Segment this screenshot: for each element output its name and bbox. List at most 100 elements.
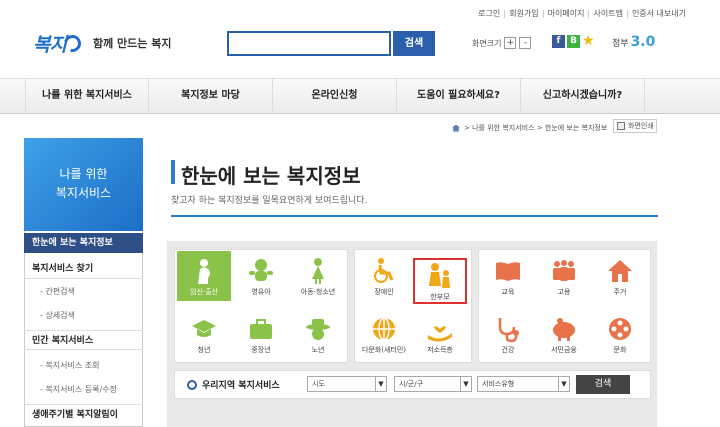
search-input[interactable] <box>227 31 391 56</box>
cert-export-link[interactable]: 인증서 내보내기 <box>628 8 690 19</box>
print-button[interactable]: 화면인쇄 <box>613 119 657 133</box>
font-increase-button[interactable]: + <box>504 37 517 49</box>
blog-icon[interactable]: B <box>567 35 580 48</box>
sidebar-heading-line1: 나를 위한 <box>59 167 108 181</box>
category-middle-aged[interactable]: 중장년 <box>234 309 288 359</box>
chevron-down-icon: ▼ <box>375 377 386 391</box>
gov-text: 정부 <box>612 38 629 49</box>
sidebar-subitem-simple-search[interactable]: 간편검색 <box>24 286 143 297</box>
house-icon <box>608 260 632 282</box>
select-value: 시/군/구 <box>399 380 424 388</box>
page-description: 찾고자 하는 복지정보를 일목요연하게 보여드립니다. <box>171 196 368 206</box>
category-label: 문화 <box>613 346 627 354</box>
piggy-bank-icon <box>553 318 575 341</box>
star-icon[interactable]: ★ <box>582 34 595 48</box>
utility-nav: 로그인 회원가입 마이페이지 사이트맵 인증서 내보내기 <box>474 8 690 19</box>
category-label: 노년 <box>311 346 325 354</box>
category-education[interactable]: 교육 <box>481 251 535 301</box>
font-size-label: 화면크기 <box>472 38 502 48</box>
gov3-logo[interactable]: 정부 3.0 <box>612 34 655 50</box>
print-icon <box>617 122 625 130</box>
font-size-control: 화면크기 + - <box>472 37 532 49</box>
graduation-cap-icon <box>192 320 216 337</box>
category-senior[interactable]: 노년 <box>291 309 345 359</box>
nav-welfare-info[interactable]: 복지정보 마당 <box>149 79 273 113</box>
nav-online-apply[interactable]: 온라인신청 <box>273 79 397 113</box>
sidebar-item-overview[interactable]: 한눈에 보는 복지정보 <box>24 233 143 253</box>
baby-icon <box>249 259 273 281</box>
category-label: 중장년 <box>251 346 271 354</box>
title-divider <box>171 215 658 217</box>
regional-search-label: 우리지역 복지서비스 <box>187 378 280 391</box>
globe-icon <box>373 317 395 341</box>
category-label: 서민금융 <box>551 346 577 354</box>
breadcrumb-sep: > <box>464 124 470 132</box>
search-icon <box>187 379 197 390</box>
site-logo[interactable]: 복지 함께 만드는 복지 <box>33 30 171 56</box>
category-child-youth[interactable]: 아동·청소년 <box>291 251 345 301</box>
category-label: 건강 <box>501 346 515 354</box>
gov-version: 3.0 <box>630 34 656 50</box>
mypage-link[interactable]: 마이페이지 <box>544 8 589 19</box>
select-value: 시도 <box>312 380 325 388</box>
helping-hand-icon <box>428 326 452 342</box>
category-culture[interactable]: 문화 <box>593 309 647 359</box>
city-select[interactable]: 시/군/구 ▼ <box>394 376 472 392</box>
sidebar-item-find-service[interactable]: 복지서비스 찾기 <box>24 259 143 279</box>
sidebar-subitem-service-lookup[interactable]: 복지서비스 조회 <box>24 360 143 371</box>
category-housing[interactable]: 주거 <box>593 251 647 301</box>
sidebar-subitem-detail-search[interactable]: 상세검색 <box>24 310 143 321</box>
category-finance[interactable]: 서민금융 <box>537 309 591 359</box>
sidebar-subitem-service-register[interactable]: 복지서비스 등록/수정 <box>24 384 143 395</box>
category-employment[interactable]: 고용 <box>537 251 591 301</box>
province-select[interactable]: 시도 ▼ <box>307 376 387 392</box>
wheelchair-icon <box>374 258 394 283</box>
nav-welfare-for-me[interactable]: 나를 위한 복지서비스 <box>25 79 149 113</box>
chevron-down-icon: ▼ <box>558 377 569 391</box>
print-label: 화면인쇄 <box>628 122 654 130</box>
logo-slogan: 함께 만드는 복지 <box>92 37 172 50</box>
breadcrumb-item[interactable]: 나를 위한 복지서비스 <box>472 123 534 133</box>
nav-report[interactable]: 신고하시겠습니까? <box>521 79 645 113</box>
stethoscope-icon <box>498 318 519 343</box>
signup-link[interactable]: 회원가입 <box>505 8 542 19</box>
category-label: 교육 <box>501 288 515 296</box>
title-accent <box>171 160 175 184</box>
category-disabled[interactable]: 장애인 <box>357 251 411 301</box>
category-label: 다문화(새터민) <box>361 346 407 354</box>
breadcrumb-sep: > <box>536 124 543 132</box>
regional-search-button[interactable]: 검색 <box>576 375 630 394</box>
category-low-income[interactable]: 저소득층 <box>413 309 467 359</box>
sitemap-link[interactable]: 사이트맵 <box>589 8 626 19</box>
category-infant[interactable]: 영유아 <box>234 251 288 301</box>
login-link[interactable]: 로그인 <box>474 8 504 19</box>
sidebar-heading-line2: 복지서비스 <box>55 186 112 200</box>
sidebar-item-private-service[interactable]: 민간 복지서비스 <box>24 330 143 350</box>
breadcrumb: > 나를 위한 복지서비스 > 한눈에 보는 복지정보 <box>452 123 607 133</box>
category-multicultural[interactable]: 다문화(새터민) <box>357 309 411 359</box>
category-young-adult[interactable]: 청년 <box>177 309 231 359</box>
main-nav: 나를 위한 복지서비스 복지정보 마당 온라인신청 도움이 필요하세요? 신고하… <box>0 78 720 114</box>
book-icon <box>496 262 520 281</box>
category-pregnancy[interactable]: 임신·출산 <box>177 251 231 301</box>
senior-hat-icon <box>306 319 330 340</box>
film-reel-icon <box>609 318 631 340</box>
sidebar-item-lifecycle-alert[interactable]: 생애주기별 복지알림이 <box>24 404 143 424</box>
home-icon[interactable] <box>452 124 460 132</box>
category-label: 아동·청소년 <box>300 288 336 296</box>
font-decrease-button[interactable]: - <box>519 37 532 49</box>
nav-need-help[interactable]: 도움이 필요하세요? <box>397 79 521 113</box>
category-label: 한부모 <box>430 293 450 301</box>
logo-mark: 복지 <box>33 33 67 56</box>
search-button[interactable]: 검색 <box>393 31 435 56</box>
breadcrumb-current: 한눈에 보는 복지정보 <box>544 124 608 132</box>
social-links: f B ★ <box>552 34 595 48</box>
category-label: 장애인 <box>374 288 394 296</box>
sidebar-heading: 나를 위한 복지서비스 <box>24 138 143 231</box>
category-single-parent[interactable]: 한부모 <box>413 258 467 304</box>
facebook-icon[interactable]: f <box>552 35 565 48</box>
regional-label-text: 우리지역 복지서비스 <box>202 381 280 391</box>
category-health[interactable]: 건강 <box>481 309 535 359</box>
category-label: 저소득층 <box>427 346 453 354</box>
service-type-select[interactable]: 서비스유형 ▼ <box>477 376 570 392</box>
